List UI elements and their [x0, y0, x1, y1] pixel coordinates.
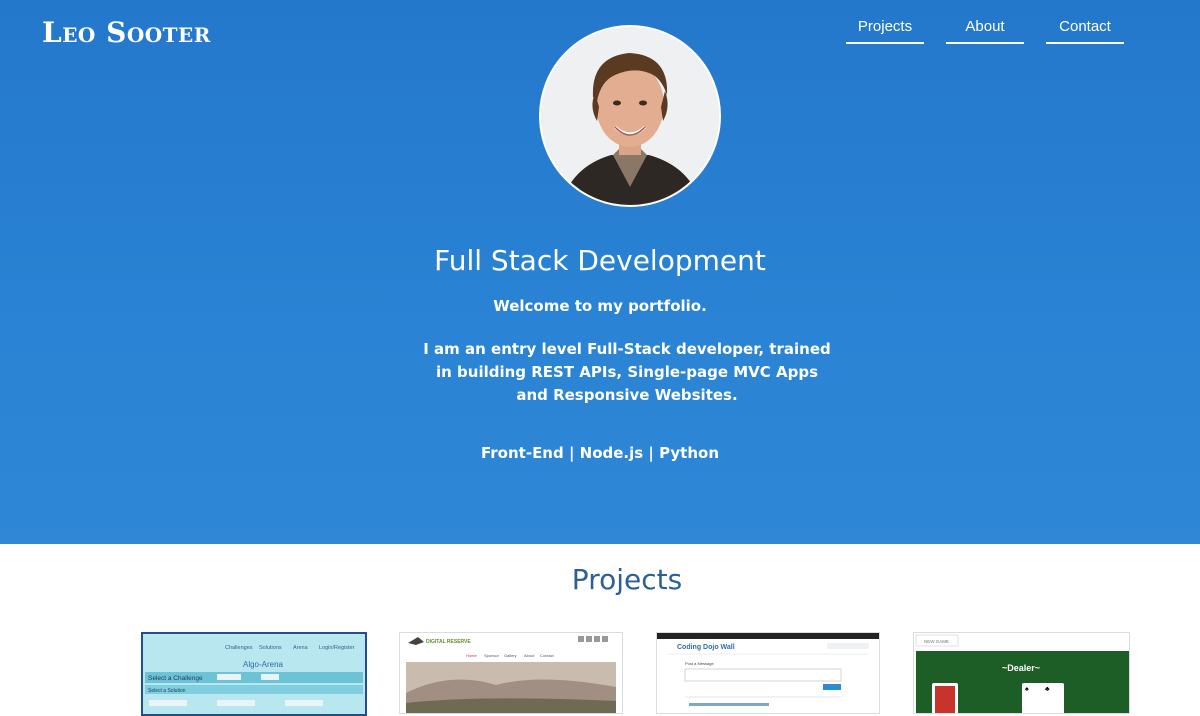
digital-nav-3: Gallery: [504, 653, 517, 658]
nav-contact[interactable]: Contact: [1046, 18, 1124, 44]
project-card-dealer[interactable]: NEW GAME ~Dealer~ ♠ ♣: [913, 632, 1130, 714]
dealer-tab: NEW GAME: [924, 639, 949, 644]
nav-projects[interactable]: Projects: [846, 18, 924, 44]
hero-title: Full Stack Development: [434, 244, 766, 277]
intro-text: I am an entry level Full-Stack developer…: [423, 340, 831, 404]
digital-nav-1: Home: [466, 653, 477, 658]
project-card-digital-reserve[interactable]: DIGITAL RESERVE Home Sponsor Gallery Abo…: [399, 632, 623, 714]
club-icon: ♣: [1045, 686, 1050, 693]
spade-icon: ♠: [1025, 686, 1029, 693]
skills-text: Front-End | Node.js | Python: [481, 444, 719, 462]
project-card-coding-dojo-wall[interactable]: Coding Dojo Wall Post a Message: [656, 632, 880, 714]
hero-section: Leo Sooter Projects About Contact Full S…: [0, 0, 1200, 544]
coding-dojo-wall-thumbnail: Coding Dojo Wall Post a Message: [657, 633, 879, 713]
profile-photo-graphic: [541, 27, 719, 205]
digital-nav-4: About: [524, 653, 535, 658]
algo-heading: Algo-Arena: [243, 660, 284, 669]
nav-about[interactable]: About: [946, 18, 1024, 44]
site-brand[interactable]: Leo Sooter: [42, 16, 211, 49]
projects-heading: Projects: [571, 563, 683, 596]
dojo-heading: Coding Dojo Wall: [677, 644, 735, 651]
profile-photo: [539, 25, 721, 207]
algo-row-2: Select a Solution: [148, 688, 186, 694]
dealer-thumbnail: NEW GAME ~Dealer~ ♠ ♣: [914, 633, 1129, 713]
welcome-text: Welcome to my portfolio.: [493, 297, 707, 315]
digital-reserve-thumbnail: DIGITAL RESERVE Home Sponsor Gallery Abo…: [400, 633, 622, 713]
algo-nav-3: Arena: [293, 645, 309, 651]
digital-logo-text: DIGITAL RESERVE: [426, 639, 471, 645]
digital-nav-2: Sponsor: [484, 653, 500, 658]
dojo-subheading: Post a Message: [685, 661, 714, 666]
algo-nav-1: Challenges: [225, 645, 253, 651]
dealer-heading: ~Dealer~: [1002, 663, 1040, 673]
algo-nav-2: Solutions: [259, 645, 282, 651]
algo-nav-4: Login/Register: [319, 645, 355, 651]
algo-row-1: Select a Challenge: [148, 675, 203, 682]
project-card-algo-arena[interactable]: Challenges Solutions Arena Login/Registe…: [141, 632, 367, 716]
algo-arena-thumbnail: Challenges Solutions Arena Login/Registe…: [143, 634, 365, 714]
main-nav: Projects About Contact: [846, 18, 1124, 44]
digital-nav-5: Contact: [540, 653, 555, 658]
